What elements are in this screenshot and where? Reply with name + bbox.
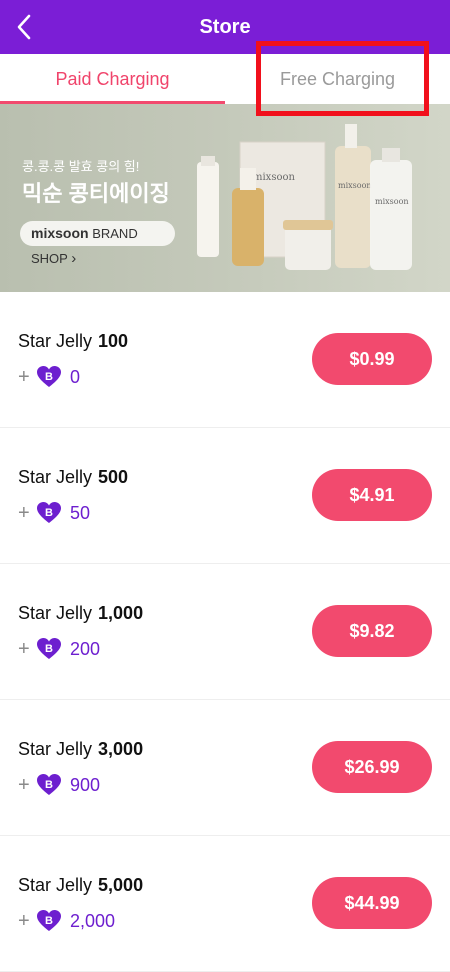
plus-sign: + xyxy=(18,910,30,932)
list-item: Star Jelly 100 + B 0 $0.99 xyxy=(0,292,450,428)
highlight-annotation-box xyxy=(256,41,429,116)
svg-text:B: B xyxy=(45,643,53,655)
list-item: Star Jelly 3,000 + B 900 $26.99 xyxy=(0,700,450,836)
promo-banner[interactable]: 콩.콩.콩 발효 콩의 힘! 믹순 콩티에이징 mixsoon BRAND SH… xyxy=(0,104,450,292)
brand-name: mixsoon xyxy=(31,225,89,241)
plus-sign: + xyxy=(18,502,30,524)
plus-sign: + xyxy=(18,366,30,388)
tab-paid-charging[interactable]: Paid Charging xyxy=(0,54,225,104)
bonus-heart-icon: B xyxy=(37,502,61,523)
svg-text:B: B xyxy=(45,371,53,383)
plus-sign: + xyxy=(18,638,30,660)
product-illustration: mixsoon mixsoon mixsoon xyxy=(197,124,412,270)
bonus-heart-icon: B xyxy=(37,774,61,795)
item-title: Star Jelly 1,000 xyxy=(18,603,144,623)
plus-sign: + xyxy=(18,774,30,796)
item-title: Star Jelly 3,000 xyxy=(18,739,144,759)
svg-text:B: B xyxy=(45,779,53,791)
banner-title: 믹순 콩티에이징 xyxy=(22,181,170,206)
list-item: Star Jelly 5,000 + B 2,000 $44.99 xyxy=(0,836,450,972)
buy-button[interactable]: $26.99 xyxy=(312,741,432,793)
bottle-label-right: mixsoon xyxy=(375,197,409,206)
item-title: Star Jelly 5,000 xyxy=(18,875,144,895)
bonus-heart-icon: B xyxy=(37,910,61,931)
buy-button[interactable]: $9.82 xyxy=(312,605,432,657)
brand-shop-button[interactable]: mixsoon BRAND SHOP › xyxy=(20,221,175,267)
list-item: Star Jelly 500 + B 50 $4.91 xyxy=(0,428,450,564)
bottle-label: mixsoon xyxy=(338,181,372,190)
bonus-amount: 200 xyxy=(70,639,101,659)
item-title: Star Jelly 500 xyxy=(18,467,129,487)
bonus-amount: 900 xyxy=(70,775,101,795)
buy-button[interactable]: $44.99 xyxy=(312,877,432,929)
banner-subtitle: 콩.콩.콩 발효 콩의 힘! xyxy=(22,159,140,174)
chevron-right-icon: › xyxy=(71,250,77,267)
buy-button[interactable]: $4.91 xyxy=(312,469,432,521)
box-label: mixsoon xyxy=(253,172,295,183)
svg-text:B: B xyxy=(45,915,53,927)
bonus-amount: 50 xyxy=(70,503,91,523)
buy-button[interactable]: $0.99 xyxy=(312,333,432,385)
item-title: Star Jelly 100 xyxy=(18,331,129,351)
bonus-amount: 2,000 xyxy=(70,911,116,931)
product-list: Star Jelly 100 + B 0 $0.99 Star Jelly 500 … xyxy=(0,292,450,972)
bonus-heart-icon: B xyxy=(37,366,61,387)
bonus-heart-icon: B xyxy=(37,638,61,659)
bonus-amount: 0 xyxy=(70,367,81,387)
svg-text:B: B xyxy=(45,507,53,519)
list-item: Star Jelly 1,000 + B 200 $9.82 xyxy=(0,564,450,700)
